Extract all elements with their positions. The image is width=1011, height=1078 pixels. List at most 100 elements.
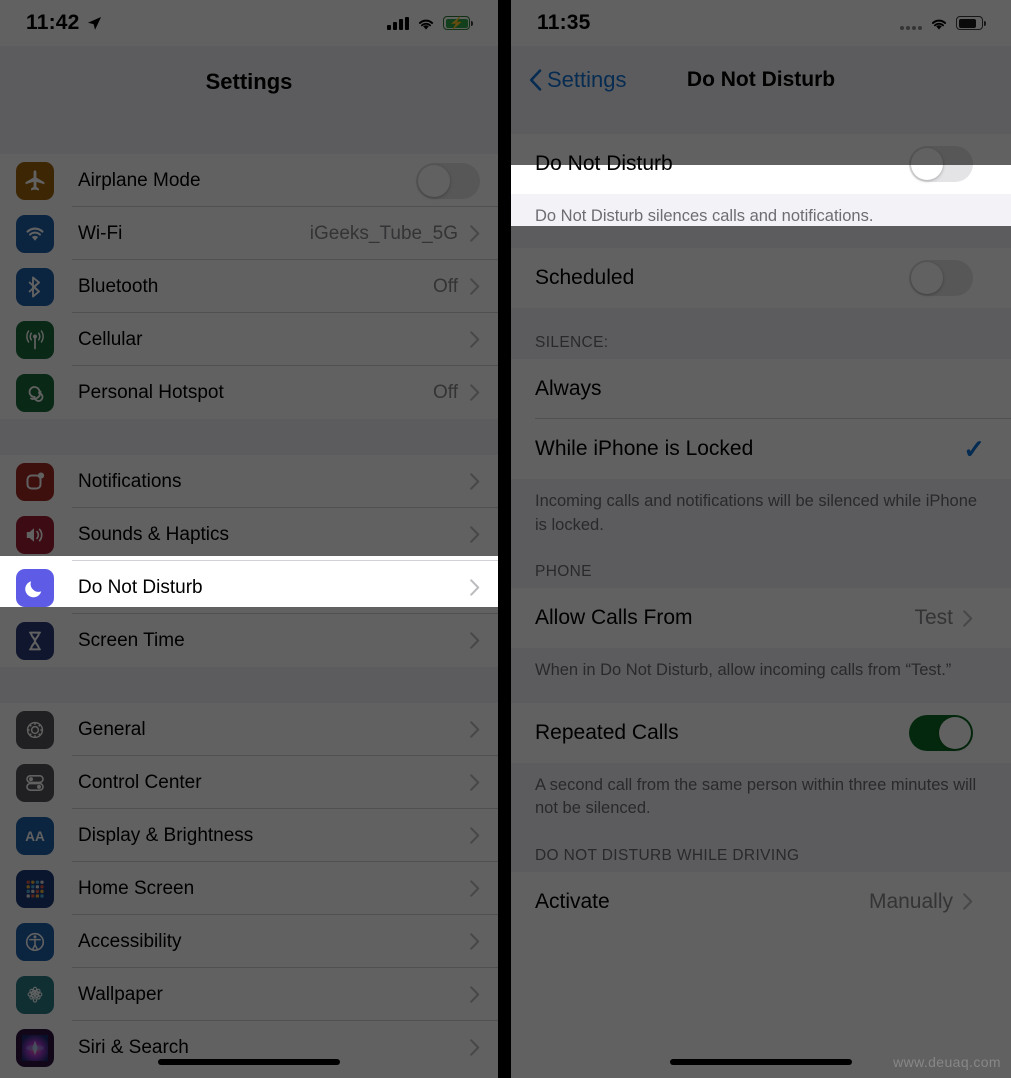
settings-list[interactable]: Airplane ModeWi-FiiGeeks_Tube_5GBluetoot… — [0, 556, 498, 607]
repeated-calls-toggle-row-label: Repeated Calls — [535, 720, 679, 744]
left-status-bar: 11:42 ⚡ — [0, 0, 498, 46]
highlight-do-not-disturb-toggle-row[interactable]: Do Not Disturb Do Not Disturb silences ca… — [511, 165, 1011, 226]
settings-row-value: Off — [433, 275, 458, 297]
moon-icon — [16, 568, 54, 607]
accessibility-icon — [16, 922, 54, 961]
section-gap — [511, 228, 1011, 249]
settings-row-screen-time[interactable]: Screen Time — [0, 614, 498, 667]
settings-group: Airplane Mode Wi-Fi iGeeks_Tube_5G Bluetoot… — [0, 154, 498, 419]
checkmark-icon: ✓ — [963, 433, 985, 464]
do-not-disturb-toggle-row[interactable]: Do Not Disturb — [511, 165, 1011, 194]
status-bar-right — [900, 16, 986, 31]
highlight-do-not-disturb-row[interactable]: Airplane ModeWi-FiiGeeks_Tube_5GBluetoot… — [0, 556, 498, 607]
chevron-right-icon — [470, 933, 480, 950]
hourglass-icon — [16, 621, 54, 660]
chevron-right-icon — [470, 473, 480, 490]
left-navbar: Settings — [0, 46, 498, 118]
svg-text:AA: AA — [25, 829, 45, 844]
chevron-right-icon — [470, 827, 480, 844]
control-center-icon — [16, 763, 54, 802]
sounds-icon — [16, 515, 54, 554]
chevron-right-icon — [470, 986, 480, 1003]
settings-row-label: Notifications — [78, 470, 182, 492]
settings-row-accessibility[interactable]: Accessibility — [0, 915, 498, 968]
settings-row-home-screen[interactable]: Home Screen — [0, 862, 498, 915]
settings-row-label: Airplane Mode — [78, 169, 201, 191]
do-not-disturb-footnote: Do Not Disturb silences calls and notifi… — [511, 194, 1011, 226]
airplane-icon — [16, 161, 54, 200]
page-title: Settings — [205, 69, 293, 94]
scheduled-toggle-row[interactable]: Scheduled — [511, 248, 1011, 309]
settings-row-label: Sounds & Haptics — [78, 523, 230, 545]
settings-row-label: Cellular — [78, 328, 143, 350]
settings-row-label: Control Center — [78, 771, 202, 793]
dual-phone-screenshot: 11:42 ⚡ Settings Airplane Mode Wi-Fi iGe… — [0, 0, 1011, 1078]
silence-footnote: Incoming calls and notifications will be… — [511, 479, 1011, 538]
toggle-switch[interactable] — [909, 714, 973, 751]
settings-row-label: Bluetooth — [78, 275, 159, 297]
status-bar-left: 11:35 — [537, 11, 591, 35]
settings-row-wallpaper[interactable]: Wallpaper — [0, 968, 498, 1021]
activate-row[interactable]: Activate Manually — [511, 871, 1011, 932]
settings-row-wi-fi[interactable]: Wi-Fi iGeeks_Tube_5G — [0, 207, 498, 260]
settings-row-label: Personal Hotspot — [78, 381, 224, 403]
silence-option-while-iphone-is-locked[interactable]: While iPhone is Locked ✓ — [511, 419, 1011, 480]
list-group-spacer — [0, 667, 498, 703]
settings-row-airplane-mode[interactable]: Airplane Mode — [0, 154, 498, 207]
status-bar-right: ⚡ — [387, 16, 473, 31]
cellular-antenna-icon — [16, 320, 54, 359]
left-phone-screen: 11:42 ⚡ Settings Airplane Mode Wi-Fi iGe… — [0, 0, 498, 1078]
battery-icon — [956, 16, 986, 30]
cellular-dots-icon — [900, 17, 922, 30]
siri-icon — [16, 1028, 54, 1067]
silence-option-label: While iPhone is Locked — [535, 437, 754, 461]
right-navbar: Settings Do Not Disturb — [511, 46, 1011, 114]
phone-section-header: PHONE — [511, 537, 1011, 589]
settings-row-personal-hotspot[interactable]: Personal Hotspot Off — [0, 366, 498, 419]
home-screen-icon — [16, 869, 54, 908]
wifi-icon — [16, 214, 54, 253]
repeated-calls-toggle-row[interactable]: Repeated Calls — [511, 702, 1011, 763]
settings-row-label: Accessibility — [78, 930, 182, 952]
chevron-right-icon — [470, 774, 480, 791]
chevron-right-icon — [470, 526, 480, 543]
wifi-icon — [418, 19, 434, 30]
settings-row-siri-search[interactable]: Siri & Search — [0, 1021, 498, 1074]
cellular-bars-icon — [387, 16, 409, 30]
chevron-left-icon — [529, 69, 542, 91]
right-phone-screen: 11:35 Settings Do Not Disturb Do Not Dis… — [511, 0, 1011, 1078]
toggle-switch[interactable] — [416, 162, 480, 199]
list-group-spacer — [0, 419, 498, 455]
location-arrow-icon — [87, 16, 101, 30]
settings-row-control-center[interactable]: Control Center — [0, 756, 498, 809]
settings-row-value: iGeeks_Tube_5G — [309, 222, 458, 244]
do-not-disturb-list[interactable]: Do Not Disturb Do Not Disturb silences ca… — [511, 165, 1011, 226]
silence-option-always[interactable]: Always — [511, 359, 1011, 420]
settings-row-sounds-haptics[interactable]: Sounds & Haptics — [0, 508, 498, 561]
wallpaper-icon — [16, 975, 54, 1014]
settings-row-do-not-disturb[interactable]: Do Not Disturb — [0, 561, 498, 607]
chevron-right-icon — [470, 1039, 480, 1056]
settings-row-display-brightness[interactable]: AA Display & Brightness — [0, 809, 498, 862]
settings-row-value: Off — [433, 381, 458, 403]
chevron-right-icon — [963, 893, 973, 910]
scheduled-toggle-row-label: Scheduled — [535, 266, 635, 290]
settings-row-bluetooth[interactable]: Bluetooth Off — [0, 260, 498, 313]
list-group-spacer — [0, 118, 498, 154]
allow-calls-from-row[interactable]: Allow Calls From Test — [511, 588, 1011, 649]
settings-row-general[interactable]: General — [0, 703, 498, 756]
toggle-switch[interactable] — [909, 165, 973, 182]
chevron-right-icon — [470, 721, 480, 738]
toggle-switch[interactable] — [909, 260, 973, 297]
chevron-right-icon — [963, 610, 973, 627]
settings-row-label: Do Not Disturb — [78, 576, 203, 598]
home-indicator — [158, 1059, 340, 1065]
do-not-disturb-list[interactable]: Do Not Disturb Do Not Disturb silences ca… — [511, 114, 1011, 932]
settings-row-cellular[interactable]: Cellular — [0, 313, 498, 366]
allow-calls-from-value: Test — [914, 606, 953, 630]
settings-row-notifications[interactable]: Notifications — [0, 455, 498, 508]
chevron-right-icon — [470, 632, 480, 649]
back-button[interactable]: Settings — [529, 67, 627, 93]
settings-group: General Control Center AA Display & Brightn… — [0, 703, 498, 1074]
right-status-bar: 11:35 — [511, 0, 1011, 46]
